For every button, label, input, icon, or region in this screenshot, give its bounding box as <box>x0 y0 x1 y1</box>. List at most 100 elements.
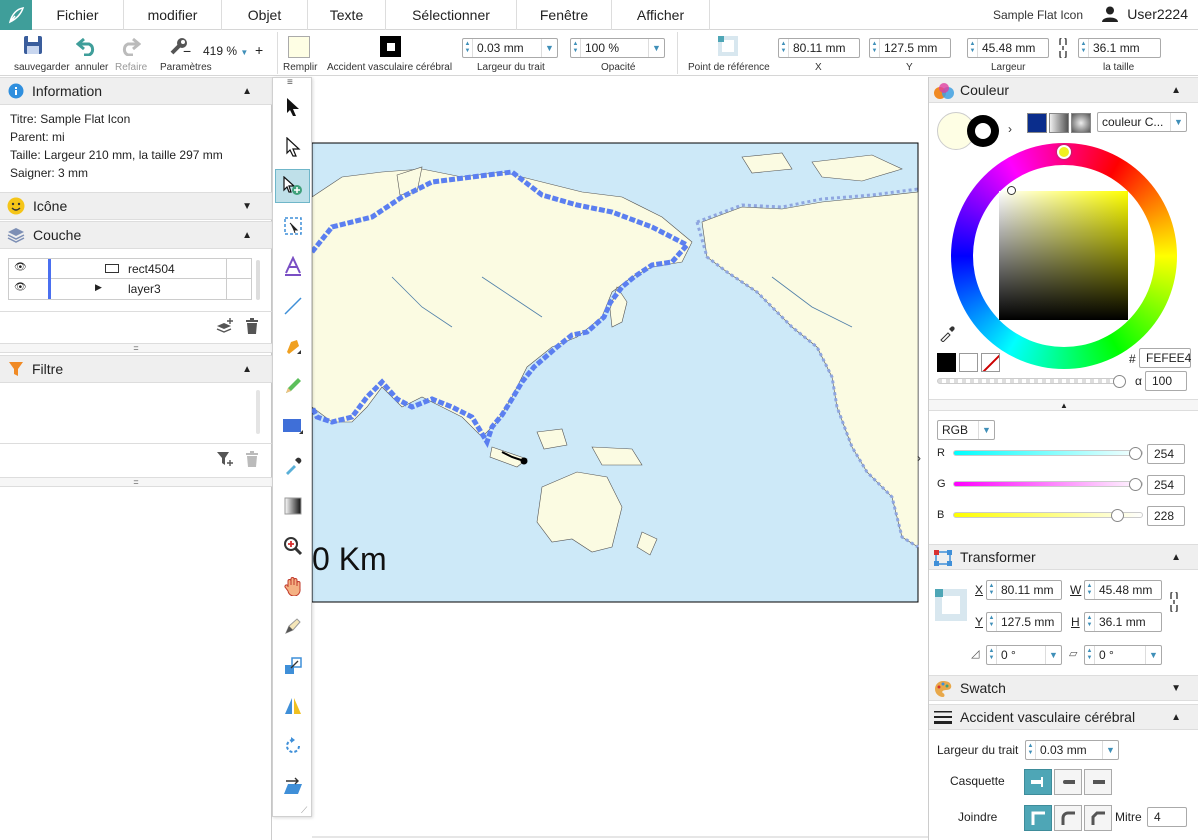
gradient-tool-icon[interactable] <box>275 489 310 523</box>
color-space-select[interactable]: RGB ▼ <box>937 420 995 440</box>
toolbox-grip[interactable]: ≡ <box>287 77 293 88</box>
black-swatch[interactable] <box>937 353 956 372</box>
green-slider[interactable] <box>953 481 1143 487</box>
collapse-icon[interactable]: ▲ <box>242 230 252 241</box>
flat-color-mode-icon[interactable] <box>1027 113 1047 133</box>
map-artwork[interactable] <box>282 77 928 840</box>
chevron-down-icon[interactable]: ▼ <box>1102 741 1118 759</box>
collapse-icon[interactable]: ▲ <box>242 86 252 97</box>
round-cap-button[interactable] <box>1054 769 1082 795</box>
menu-modifier[interactable]: modifier <box>124 0 222 30</box>
layers-header[interactable]: Couche ▲ <box>0 221 272 249</box>
skew-input[interactable]: ▲ ▼ 0 ° ▼ <box>1084 645 1162 665</box>
menu-fenetre[interactable]: Fenêtre <box>517 0 612 30</box>
linear-gradient-mode-icon[interactable] <box>1049 113 1069 133</box>
fill-swatch[interactable] <box>288 36 310 58</box>
stroke-swatch[interactable] <box>380 36 401 57</box>
save-icon[interactable] <box>22 34 44 59</box>
x-input[interactable]: ▲ ▼ 80.11 mm <box>778 38 860 58</box>
panel-resize-grip[interactable]: = <box>0 343 272 353</box>
layer-name[interactable]: rect4504 <box>128 262 175 276</box>
current-stroke-swatch[interactable] <box>967 115 999 147</box>
redo-icon[interactable] <box>119 36 142 59</box>
rectangle-tool-icon[interactable] <box>275 409 310 443</box>
width-input[interactable]: ▲ ▼ 45.48 mm <box>967 38 1049 58</box>
rotate-tool-icon[interactable] <box>275 729 310 763</box>
red-slider[interactable] <box>953 450 1143 456</box>
zoom-level[interactable]: 419 % ▼ <box>203 44 248 58</box>
skew-tool-icon[interactable] <box>275 769 310 803</box>
transform-w-input[interactable]: ▲ ▼ 45.48 mm <box>1084 580 1162 600</box>
line-tool-icon[interactable] <box>275 289 310 323</box>
redo-button-label[interactable]: Refaire <box>115 62 147 73</box>
filter-scrollbar[interactable] <box>256 390 260 434</box>
menu-fichier[interactable]: Fichier <box>32 0 124 30</box>
zoom-out-button[interactable]: − <box>183 43 191 59</box>
reference-point-icon[interactable] <box>716 34 740 61</box>
expand-icon[interactable]: ▼ <box>1171 683 1181 694</box>
user-menu[interactable]: User2224 <box>1101 5 1188 23</box>
y-input[interactable]: ▲ ▼ 127.5 mm <box>869 38 951 58</box>
app-logo-icon[interactable] <box>0 0 32 30</box>
stepper-arrows[interactable]: ▲ ▼ <box>463 39 473 57</box>
collapse-icon[interactable]: ▲ <box>1171 85 1181 96</box>
chevron-down-icon[interactable]: ▼ <box>1170 113 1186 131</box>
white-swatch[interactable] <box>959 353 978 372</box>
swatch-header[interactable]: Swatch ▼ <box>929 675 1198 701</box>
eye-icon[interactable]: 👁 <box>14 282 27 293</box>
eyedropper-icon[interactable] <box>939 326 955 345</box>
green-slider-knob[interactable] <box>1129 478 1143 491</box>
node-edit-tool-icon[interactable] <box>275 609 310 643</box>
round-join-button[interactable] <box>1054 805 1082 831</box>
color-mode-select[interactable]: couleur C... ▼ <box>1097 112 1187 132</box>
chevron-right-icon[interactable]: › <box>917 451 921 465</box>
reference-point-icon[interactable] <box>933 587 969 626</box>
green-input[interactable]: 254 <box>1147 475 1185 495</box>
chevron-down-icon[interactable]: ▼ <box>541 39 557 57</box>
layer-name[interactable]: layer3 <box>128 282 161 296</box>
stepper-arrows[interactable]: ▲ ▼ <box>987 646 997 664</box>
add-node-tool-icon[interactable] <box>275 169 310 203</box>
hue-handle[interactable] <box>1057 145 1071 159</box>
transform-x-input[interactable]: ▲ ▼ 80.11 mm <box>986 580 1062 600</box>
settings-button-label[interactable]: Paramètres <box>160 62 212 73</box>
crop-tool-icon[interactable] <box>275 209 310 243</box>
chevron-down-icon[interactable]: ▼ <box>978 421 994 439</box>
zoom-tool-icon[interactable] <box>275 529 310 563</box>
pen-tool-icon[interactable] <box>275 329 310 363</box>
menu-texte[interactable]: Texte <box>308 0 386 30</box>
chevron-down-icon[interactable]: ▼ <box>648 39 664 57</box>
expand-icon[interactable]: ▼ <box>242 201 252 212</box>
saturation-handle[interactable] <box>1007 186 1016 195</box>
collapse-handle[interactable]: ▲ <box>929 399 1198 411</box>
alpha-slider[interactable] <box>937 378 1121 384</box>
saturation-value-square[interactable] <box>999 191 1128 320</box>
stepper-arrows[interactable]: ▲ ▼ <box>1085 646 1095 664</box>
stroke-width-input[interactable]: ▲ ▼ 0.03 mm ▼ <box>462 38 558 58</box>
add-filter-icon[interactable] <box>216 451 234 470</box>
undo-button-label[interactable]: annuler <box>75 62 108 73</box>
transform-h-input[interactable]: ▲ ▼ 36.1 mm <box>1084 612 1162 632</box>
red-slider-knob[interactable] <box>1129 447 1143 460</box>
transform-header[interactable]: Transformer ▲ <box>929 544 1198 570</box>
information-header[interactable]: Information ▲ <box>0 77 272 105</box>
hand-tool-icon[interactable] <box>275 569 310 603</box>
menu-selectionner[interactable]: Sélectionner <box>386 0 517 30</box>
panel-resize-grip[interactable]: = <box>0 477 272 487</box>
save-button-label[interactable]: sauvegarder <box>14 62 70 73</box>
layer-row[interactable]: 👁 rect4504 <box>9 259 251 279</box>
eye-icon[interactable]: 👁 <box>14 262 27 273</box>
lock-ratio-icon[interactable] <box>1167 590 1181 615</box>
blue-slider-knob[interactable] <box>1111 509 1125 522</box>
stepper-arrows[interactable]: ▲ ▼ <box>1085 613 1095 631</box>
stepper-arrows[interactable]: ▲ ▼ <box>1085 581 1095 599</box>
stroke-width-input[interactable]: ▲ ▼ 0.03 mm ▼ <box>1025 740 1119 760</box>
undo-icon[interactable] <box>75 36 98 59</box>
transform-y-input[interactable]: ▲ ▼ 127.5 mm <box>986 612 1062 632</box>
select-tool-icon[interactable] <box>275 90 310 124</box>
icon-panel-header[interactable]: Icône ▼ <box>0 192 272 220</box>
chevron-down-icon[interactable]: ▼ <box>1045 646 1061 664</box>
alpha-slider-knob[interactable] <box>1113 375 1126 388</box>
miter-join-button[interactable] <box>1024 805 1052 831</box>
stepper-arrows[interactable]: ▲ ▼ <box>987 613 997 631</box>
